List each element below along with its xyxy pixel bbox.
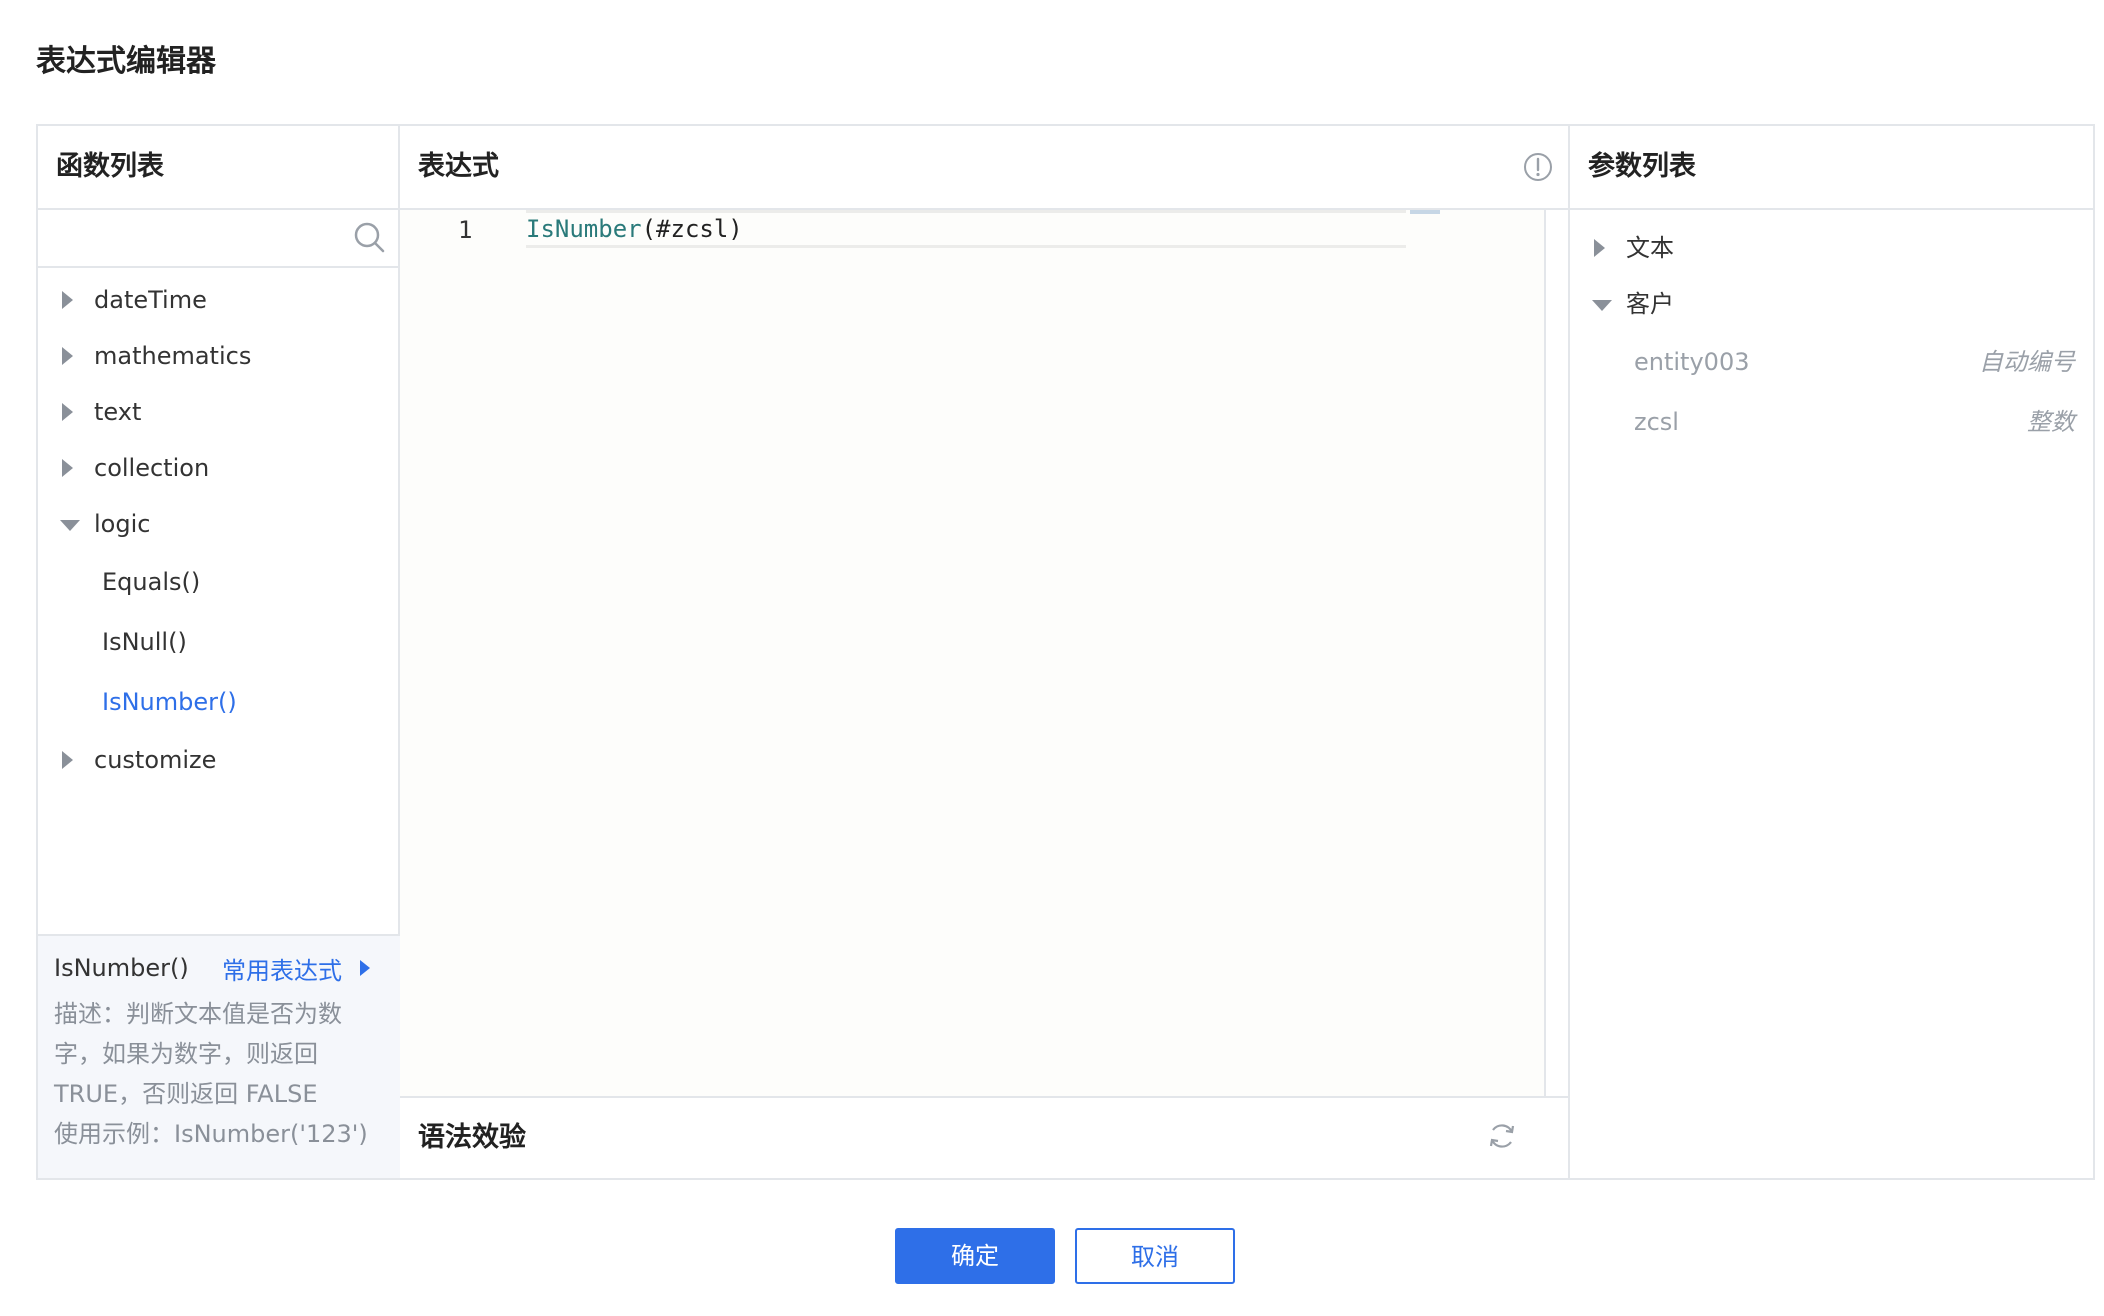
cancel-button[interactable]: 取消 — [1075, 1228, 1235, 1284]
description-function-name: IsNumber() — [54, 954, 189, 982]
search-icon[interactable] — [352, 220, 386, 254]
code-editor[interactable]: 1 IsNumber(#zcsl) — [400, 210, 1546, 1096]
editor-minimap — [1410, 210, 1440, 214]
param-tree: 文本 客户 entity003 自动编号 zcsl 整数 — [1570, 220, 2093, 452]
code-argument-token: (#zcsl) — [641, 215, 743, 243]
param-field-zcsl[interactable]: zcsl 整数 — [1570, 392, 2093, 452]
caret-right-icon — [62, 751, 73, 769]
code-function-token: IsNumber — [526, 215, 642, 243]
expression-panel: 表达式 1 IsNumber(#zcsl) 语法效验 — [400, 126, 1568, 1178]
caret-right-icon — [62, 459, 73, 477]
syntax-validation-title: 语法效验 — [400, 1096, 1568, 1178]
category-collection[interactable]: collection — [38, 440, 400, 496]
function-isnull[interactable]: IsNull() — [38, 612, 400, 672]
function-search-input[interactable] — [38, 208, 400, 268]
line-number: 1 — [458, 216, 473, 244]
params-panel: 参数列表 文本 客户 entity003 自动编号 zcsl 整数 — [1570, 126, 2093, 1178]
param-field-entity003[interactable]: entity003 自动编号 — [1570, 332, 2093, 392]
functions-panel: 函数列表 dateTime mathematics text collectio… — [38, 126, 400, 1178]
params-panel-title: 参数列表 — [1570, 126, 2093, 210]
param-group-customer[interactable]: 客户 — [1570, 276, 2093, 332]
category-mathematics[interactable]: mathematics — [38, 328, 400, 384]
category-datetime[interactable]: dateTime — [38, 272, 400, 328]
caret-down-icon — [60, 520, 80, 531]
code-line[interactable]: IsNumber(#zcsl) — [526, 212, 1406, 248]
function-tree: dateTime mathematics text collection log… — [38, 272, 400, 788]
info-circle-icon[interactable] — [1522, 151, 1554, 183]
category-customize[interactable]: customize — [38, 732, 400, 788]
function-description: IsNumber() 常用表达式 描述：判断文本值是否为数 字，如果为数字，则返… — [38, 934, 400, 1178]
dialog-title: 表达式编辑器 — [36, 44, 216, 79]
common-expressions-link[interactable]: 常用表达式 — [222, 951, 342, 986]
editor-scrollbar[interactable] — [1544, 210, 1546, 1096]
caret-right-icon — [62, 403, 73, 421]
caret-down-icon — [1592, 300, 1612, 311]
function-isnumber[interactable]: IsNumber() — [38, 672, 400, 732]
caret-right-icon — [62, 291, 73, 309]
category-logic[interactable]: logic — [38, 496, 400, 552]
functions-panel-title: 函数列表 — [38, 126, 400, 210]
param-group-text[interactable]: 文本 — [1570, 220, 2093, 276]
description-text: 描述：判断文本值是否为数 字，如果为数字，则返回 TRUE，否则返回 FALSE… — [54, 1000, 368, 1148]
confirm-button[interactable]: 确定 — [895, 1228, 1055, 1284]
function-equals[interactable]: Equals() — [38, 552, 400, 612]
caret-right-icon[interactable] — [360, 960, 370, 976]
caret-right-icon — [62, 347, 73, 365]
refresh-icon[interactable] — [1486, 1120, 1518, 1152]
category-text[interactable]: text — [38, 384, 400, 440]
caret-right-icon — [1594, 239, 1605, 257]
expression-panel-title: 表达式 — [400, 126, 1568, 210]
